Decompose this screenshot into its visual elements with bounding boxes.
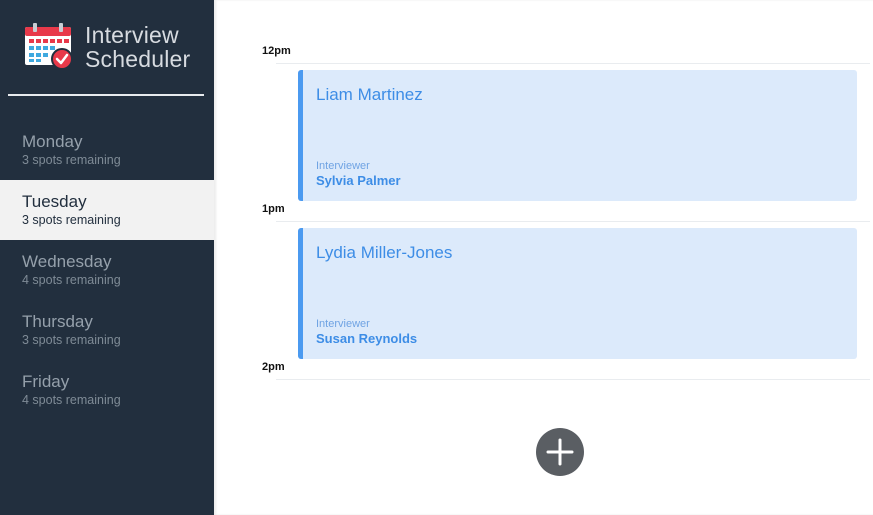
- day-name: Tuesday: [22, 192, 87, 211]
- day-list: Monday 3 spots remaining Tuesday 3 spots…: [0, 120, 214, 420]
- app-window: Interview Scheduler Monday 3 spots remai…: [0, 0, 873, 515]
- day-item-monday[interactable]: Monday 3 spots remaining: [0, 120, 214, 180]
- sidebar: Interview Scheduler Monday 3 spots remai…: [0, 0, 214, 515]
- time-divider: [276, 221, 870, 222]
- day-spots: 4 spots remaining: [22, 393, 121, 407]
- day-name: Friday: [22, 372, 70, 391]
- appointment-card[interactable]: Liam Martinez Interviewer Sylvia Palmer: [298, 70, 857, 201]
- day-name: Monday: [22, 132, 83, 151]
- interviewer-caption: Interviewer: [316, 160, 370, 172]
- time-label-12pm: 12pm: [262, 45, 291, 57]
- day-item-tuesday[interactable]: Tuesday 3 spots remaining: [0, 180, 214, 240]
- day-spots: 4 spots remaining: [22, 273, 121, 287]
- sidebar-divider: [8, 94, 204, 96]
- appointment-card[interactable]: Lydia Miller-Jones Interviewer Susan Rey…: [298, 228, 857, 359]
- calendar-check-icon: [24, 22, 74, 75]
- day-name: Wednesday: [22, 252, 112, 271]
- time-label-2pm: 2pm: [262, 361, 285, 373]
- interviewer-caption: Interviewer: [316, 318, 370, 330]
- time-label-1pm: 1pm: [262, 203, 285, 215]
- day-spots: 3 spots remaining: [22, 153, 121, 167]
- time-divider: [276, 63, 870, 64]
- student-name: Lydia Miller-Jones: [316, 243, 453, 262]
- app-title-line2: Scheduler: [85, 46, 191, 72]
- time-divider: [276, 379, 870, 380]
- day-spots: 3 spots remaining: [22, 213, 121, 227]
- add-appointment-button[interactable]: [536, 428, 584, 476]
- interviewer-name: Susan Reynolds: [316, 331, 418, 346]
- day-item-friday[interactable]: Friday 4 spots remaining: [0, 360, 214, 420]
- day-item-thursday[interactable]: Thursday 3 spots remaining: [0, 300, 214, 360]
- app-title: Interview Scheduler: [85, 23, 190, 71]
- app-title-line1: Interview: [85, 22, 179, 48]
- day-item-wednesday[interactable]: Wednesday 4 spots remaining: [0, 240, 214, 300]
- interviewer-name: Sylvia Palmer: [316, 173, 401, 188]
- schedule-panel: 12pm Liam Martinez Interviewer Sylvia Pa…: [214, 0, 873, 515]
- student-name: Liam Martinez: [316, 85, 423, 104]
- brand: Interview Scheduler: [24, 22, 190, 75]
- day-name: Thursday: [22, 312, 93, 331]
- day-spots: 3 spots remaining: [22, 333, 121, 347]
